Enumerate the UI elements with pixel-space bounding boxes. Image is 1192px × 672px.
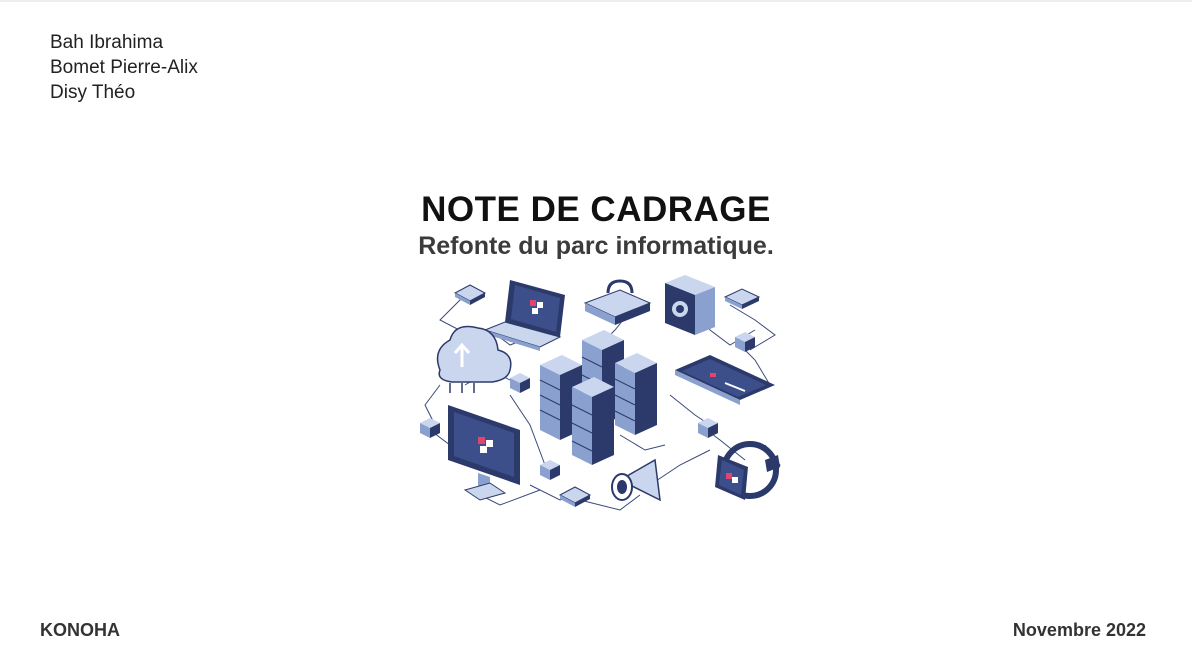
cube-icon: [510, 373, 530, 393]
document-subtitle: Refonte du parc informatique.: [418, 232, 774, 260]
top-divider: [0, 0, 1192, 2]
document-date: Novembre 2022: [1012, 620, 1146, 640]
it-network-illustration: [420, 275, 781, 511]
smartwatch-icon: [715, 441, 780, 500]
chip-icon: [558, 486, 592, 507]
chip-icon: [453, 284, 487, 305]
camera-icon: [665, 275, 715, 335]
document-title: NOTE DE CADRAGE: [421, 190, 771, 229]
cube-icon: [540, 460, 560, 480]
laptop-icon: [483, 280, 565, 351]
author-list: Bah Ibrahima Bomet Pierre-Alix Disy Théo: [50, 30, 198, 105]
cube-icon: [698, 418, 718, 438]
megaphone-icon: [611, 458, 661, 502]
smartphone-icon: [675, 355, 775, 405]
author-name: Bah Ibrahima: [50, 32, 164, 53]
chip-icon: [723, 288, 761, 309]
server-rack-icon: [614, 353, 657, 435]
author-name: Bomet Pierre-Alix: [50, 57, 198, 78]
server-rack-icon: [571, 377, 614, 465]
author-name: Disy Théo: [50, 82, 136, 103]
padlock-icon: [583, 279, 652, 325]
company-name: KONOHA: [40, 620, 120, 640]
monitor-icon: [448, 405, 520, 501]
